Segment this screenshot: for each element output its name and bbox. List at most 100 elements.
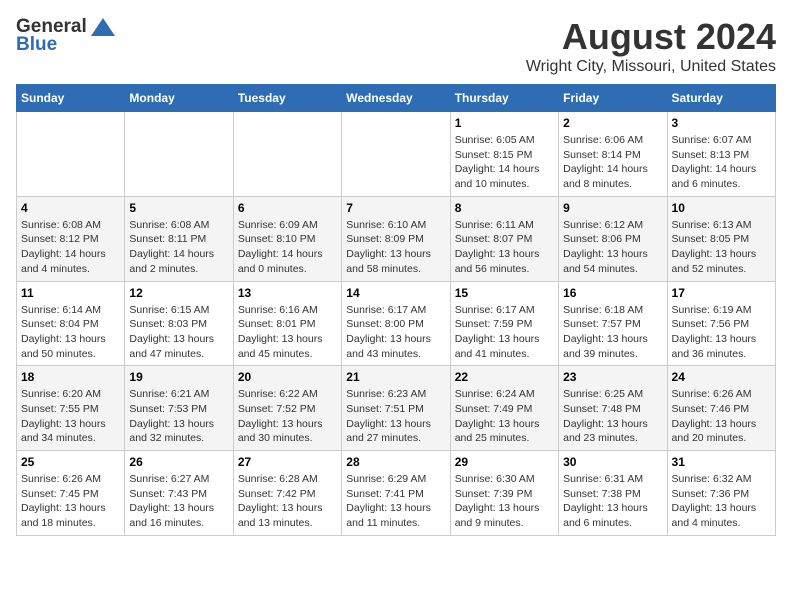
calendar-cell: 12Sunrise: 6:15 AMSunset: 8:03 PMDayligh… <box>125 281 233 366</box>
day-number: 20 <box>238 370 337 384</box>
calendar-week-row: 4 Sunrise: 6:08 AMSunset: 8:12 PMDaylight… <box>17 196 776 281</box>
calendar-cell: 4 Sunrise: 6:08 AMSunset: 8:12 PMDaylight… <box>17 196 125 281</box>
calendar-cell: 14 Sunrise: 6:17 AMSunset: 8:00 PMDayligh… <box>342 281 450 366</box>
calendar-cell: 25Sunrise: 6:26 AMSunset: 7:45 PMDayligh… <box>17 451 125 536</box>
logo-icon <box>89 16 117 38</box>
calendar-cell <box>125 112 233 197</box>
day-number: 18 <box>21 370 120 384</box>
calendar-cell: 16Sunrise: 6:18 AMSunset: 7:57 PMDayligh… <box>559 281 667 366</box>
calendar-cell: 11 Sunrise: 6:14 AMSunset: 8:04 PMDayligh… <box>17 281 125 366</box>
day-info: Sunrise: 6:21 AMSunset: 7:53 PMDaylight:… <box>129 387 228 446</box>
day-number: 4 <box>21 201 120 215</box>
calendar-cell <box>17 112 125 197</box>
logo-blue: Blue <box>16 34 57 56</box>
day-number: 2 <box>563 116 662 130</box>
calendar-cell: 18 Sunrise: 6:20 AMSunset: 7:55 PMDayligh… <box>17 366 125 451</box>
day-number: 26 <box>129 455 228 469</box>
day-number: 27 <box>238 455 337 469</box>
day-info: Sunrise: 6:09 AMSunset: 8:10 PMDaylight:… <box>238 218 337 277</box>
day-info: Sunrise: 6:19 AMSunset: 7:56 PMDaylight:… <box>672 303 771 362</box>
day-number: 28 <box>346 455 445 469</box>
calendar-cell: 2Sunrise: 6:06 AMSunset: 8:14 PMDaylight… <box>559 112 667 197</box>
day-info: Sunrise: 6:12 AMSunset: 8:06 PMDaylight:… <box>563 218 662 277</box>
day-info: Sunrise: 6:29 AMSunset: 7:41 PMDaylight:… <box>346 472 445 531</box>
calendar-cell: 8 Sunrise: 6:11 AMSunset: 8:07 PMDaylight… <box>450 196 558 281</box>
calendar-cell: 21Sunrise: 6:23 AMSunset: 7:51 PMDayligh… <box>342 366 450 451</box>
calendar-cell: 1 Sunrise: 6:05 AMSunset: 8:15 PMDaylight… <box>450 112 558 197</box>
calendar-week-row: 18 Sunrise: 6:20 AMSunset: 7:55 PMDayligh… <box>17 366 776 451</box>
day-number: 16 <box>563 286 662 300</box>
day-number: 8 <box>455 201 554 215</box>
calendar-cell: 20 Sunrise: 6:22 AMSunset: 7:52 PMDayligh… <box>233 366 341 451</box>
day-number: 12 <box>129 286 228 300</box>
day-number: 10 <box>672 201 771 215</box>
day-info: Sunrise: 6:23 AMSunset: 7:51 PMDaylight:… <box>346 387 445 446</box>
calendar-cell: 23 Sunrise: 6:25 AMSunset: 7:48 PMDayligh… <box>559 366 667 451</box>
day-number: 9 <box>563 201 662 215</box>
calendar-cell: 22Sunrise: 6:24 AMSunset: 7:49 PMDayligh… <box>450 366 558 451</box>
day-number: 15 <box>455 286 554 300</box>
day-info: Sunrise: 6:20 AMSunset: 7:55 PMDaylight:… <box>21 387 120 446</box>
day-number: 1 <box>455 116 554 130</box>
day-info: Sunrise: 6:07 AMSunset: 8:13 PMDaylight:… <box>672 133 771 192</box>
day-info: Sunrise: 6:24 AMSunset: 7:49 PMDaylight:… <box>455 387 554 446</box>
day-number: 29 <box>455 455 554 469</box>
calendar-cell: 9 Sunrise: 6:12 AMSunset: 8:06 PMDaylight… <box>559 196 667 281</box>
day-number: 14 <box>346 286 445 300</box>
location-title: Wright City, Missouri, United States <box>526 58 776 76</box>
day-info: Sunrise: 6:27 AMSunset: 7:43 PMDaylight:… <box>129 472 228 531</box>
day-info: Sunrise: 6:08 AMSunset: 8:12 PMDaylight:… <box>21 218 120 277</box>
day-info: Sunrise: 6:11 AMSunset: 8:07 PMDaylight:… <box>455 218 554 277</box>
day-info: Sunrise: 6:08 AMSunset: 8:11 PMDaylight:… <box>129 218 228 277</box>
calendar-header-row: SundayMondayTuesdayWednesdayThursdayFrid… <box>17 85 776 112</box>
day-info: Sunrise: 6:05 AMSunset: 8:15 PMDaylight:… <box>455 133 554 192</box>
day-number: 30 <box>563 455 662 469</box>
header-saturday: Saturday <box>667 85 775 112</box>
calendar-cell: 26 Sunrise: 6:27 AMSunset: 7:43 PMDayligh… <box>125 451 233 536</box>
day-number: 5 <box>129 201 228 215</box>
calendar-cell: 19 Sunrise: 6:21 AMSunset: 7:53 PMDayligh… <box>125 366 233 451</box>
calendar-cell: 31 Sunrise: 6:32 AMSunset: 7:36 PMDayligh… <box>667 451 775 536</box>
day-info: Sunrise: 6:16 AMSunset: 8:01 PMDaylight:… <box>238 303 337 362</box>
day-number: 11 <box>21 286 120 300</box>
day-info: Sunrise: 6:17 AMSunset: 8:00 PMDaylight:… <box>346 303 445 362</box>
header-tuesday: Tuesday <box>233 85 341 112</box>
calendar-cell <box>342 112 450 197</box>
day-info: Sunrise: 6:30 AMSunset: 7:39 PMDaylight:… <box>455 472 554 531</box>
header-thursday: Thursday <box>450 85 558 112</box>
day-number: 24 <box>672 370 771 384</box>
day-info: Sunrise: 6:32 AMSunset: 7:36 PMDaylight:… <box>672 472 771 531</box>
day-info: Sunrise: 6:13 AMSunset: 8:05 PMDaylight:… <box>672 218 771 277</box>
calendar-week-row: 11 Sunrise: 6:14 AMSunset: 8:04 PMDayligh… <box>17 281 776 366</box>
logo: General Blue <box>16 16 117 56</box>
calendar-cell: 28 Sunrise: 6:29 AMSunset: 7:41 PMDayligh… <box>342 451 450 536</box>
calendar-cell: 29 Sunrise: 6:30 AMSunset: 7:39 PMDayligh… <box>450 451 558 536</box>
calendar-cell <box>233 112 341 197</box>
day-number: 13 <box>238 286 337 300</box>
calendar-cell: 6 Sunrise: 6:09 AMSunset: 8:10 PMDaylight… <box>233 196 341 281</box>
day-info: Sunrise: 6:31 AMSunset: 7:38 PMDaylight:… <box>563 472 662 531</box>
day-info: Sunrise: 6:17 AMSunset: 7:59 PMDaylight:… <box>455 303 554 362</box>
header-wednesday: Wednesday <box>342 85 450 112</box>
calendar-cell: 5 Sunrise: 6:08 AMSunset: 8:11 PMDaylight… <box>125 196 233 281</box>
calendar-cell: 15 Sunrise: 6:17 AMSunset: 7:59 PMDayligh… <box>450 281 558 366</box>
day-number: 25 <box>21 455 120 469</box>
calendar-cell: 30 Sunrise: 6:31 AMSunset: 7:38 PMDayligh… <box>559 451 667 536</box>
calendar-cell: 24 Sunrise: 6:26 AMSunset: 7:46 PMDayligh… <box>667 366 775 451</box>
day-info: Sunrise: 6:26 AMSunset: 7:46 PMDaylight:… <box>672 387 771 446</box>
day-info: Sunrise: 6:10 AMSunset: 8:09 PMDaylight:… <box>346 218 445 277</box>
header-sunday: Sunday <box>17 85 125 112</box>
day-number: 19 <box>129 370 228 384</box>
day-info: Sunrise: 6:25 AMSunset: 7:48 PMDaylight:… <box>563 387 662 446</box>
day-info: Sunrise: 6:22 AMSunset: 7:52 PMDaylight:… <box>238 387 337 446</box>
calendar-cell: 27Sunrise: 6:28 AMSunset: 7:42 PMDayligh… <box>233 451 341 536</box>
calendar-cell: 13 Sunrise: 6:16 AMSunset: 8:01 PMDayligh… <box>233 281 341 366</box>
day-number: 6 <box>238 201 337 215</box>
calendar-week-row: 25Sunrise: 6:26 AMSunset: 7:45 PMDayligh… <box>17 451 776 536</box>
day-number: 17 <box>672 286 771 300</box>
day-number: 31 <box>672 455 771 469</box>
month-title: August 2024 <box>526 16 776 58</box>
day-number: 23 <box>563 370 662 384</box>
calendar-cell: 17 Sunrise: 6:19 AMSunset: 7:56 PMDayligh… <box>667 281 775 366</box>
day-info: Sunrise: 6:14 AMSunset: 8:04 PMDaylight:… <box>21 303 120 362</box>
